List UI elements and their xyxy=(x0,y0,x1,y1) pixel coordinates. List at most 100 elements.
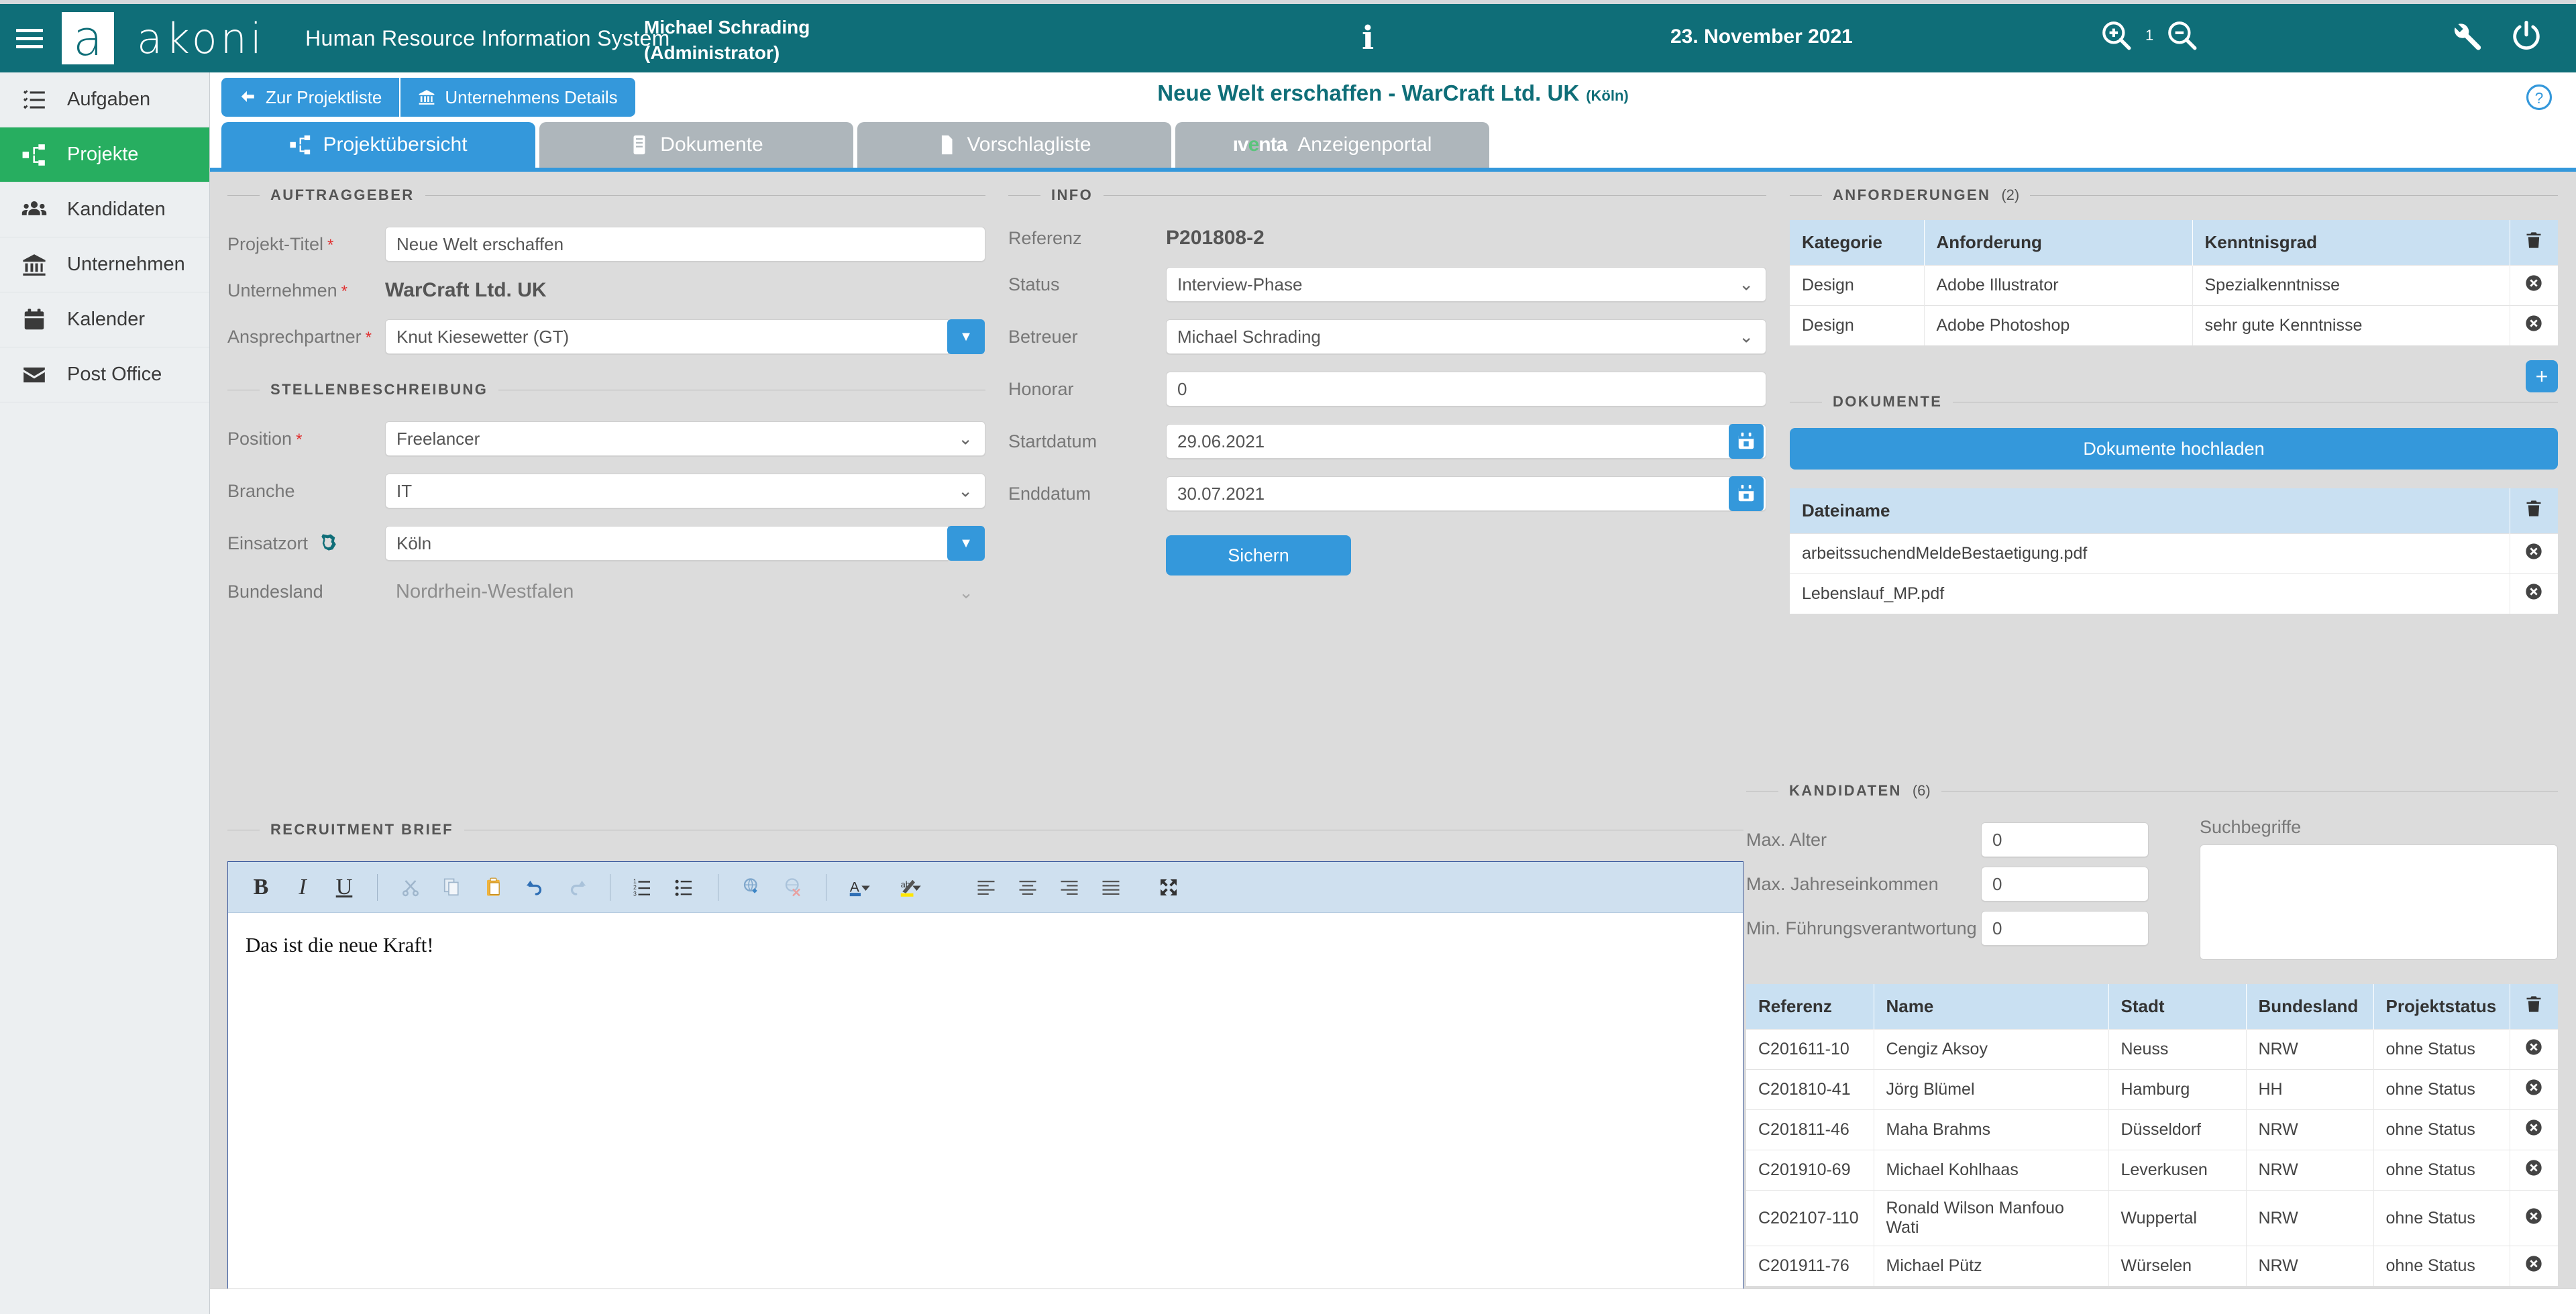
ansprechpartner-dropdown-button[interactable]: ▼ xyxy=(947,319,985,354)
startdatum-calendar-button[interactable] xyxy=(1729,424,1764,459)
tab-projektuebersicht[interactable]: Projektübersicht xyxy=(221,122,535,168)
min-fuehrungsverantwortung-input[interactable]: 0 xyxy=(1981,911,2149,946)
einsatzort-dropdown-button[interactable]: ▼ xyxy=(947,526,985,561)
remove-row-icon[interactable] xyxy=(2524,1207,2543,1225)
help-icon[interactable]: ? xyxy=(2525,83,2553,115)
maximize-icon[interactable] xyxy=(1156,873,1181,902)
ordered-list-icon[interactable]: 123 xyxy=(631,873,656,902)
sidebar-item-unternehmen[interactable]: Unternehmen xyxy=(0,237,209,292)
tab-anzeigenportal[interactable]: ıventa Anzeigenportal xyxy=(1175,122,1489,168)
branche-select[interactable]: IT ⌄ xyxy=(385,474,985,508)
table-row[interactable]: C202107-110 Ronald Wilson Manfouo Wati W… xyxy=(1746,1190,2558,1246)
paste-icon[interactable] xyxy=(481,873,506,902)
remove-row-icon[interactable] xyxy=(2524,314,2543,333)
startdatum-input[interactable]: 29.06.2021 xyxy=(1166,424,1766,459)
trash-icon[interactable] xyxy=(2524,231,2543,250)
betreuer-select[interactable]: Michael Schrading ⌄ xyxy=(1166,319,1766,354)
remove-row-icon[interactable] xyxy=(2524,1254,2543,1273)
sidebar-item-projekte[interactable]: Projekte xyxy=(0,127,209,182)
einsatzort-input[interactable]: Köln xyxy=(385,526,949,561)
power-icon[interactable] xyxy=(2509,19,2544,54)
unordered-list-icon[interactable] xyxy=(672,873,698,902)
sidebar-item-label: Post Office xyxy=(67,364,162,385)
remove-row-icon[interactable] xyxy=(2524,1158,2543,1177)
table-row[interactable]: C201811-46 Maha Brahms Düsseldorf NRW oh… xyxy=(1746,1109,2558,1150)
highlight-color-icon[interactable]: ab xyxy=(898,873,932,902)
info-icon[interactable]: i xyxy=(1362,21,1374,55)
section-legend-text: ANFORDERUNGEN xyxy=(1833,186,1991,203)
field-position: Position * Freelancer ⌄ xyxy=(227,421,985,456)
page-title-text: Neue Welt erschaffen - WarCraft Ltd. UK xyxy=(1157,80,1580,105)
field-label: Status xyxy=(1008,274,1060,294)
sidebar-item-aufgaben[interactable]: Aufgaben xyxy=(0,72,209,127)
enddatum-calendar-button[interactable] xyxy=(1729,476,1764,511)
zoom-in-icon[interactable] xyxy=(2100,19,2133,52)
tab-dokumente[interactable]: Dokumente xyxy=(539,122,853,168)
table-header-row: Dateiname xyxy=(1790,488,2558,534)
cell-stadt: Wuppertal xyxy=(2108,1190,2247,1246)
info-save-button[interactable]: Sichern xyxy=(1166,535,1351,576)
position-select[interactable]: Freelancer ⌄ xyxy=(385,421,985,456)
honorar-input[interactable]: 0 xyxy=(1166,372,1766,406)
sidebar-item-kandidaten[interactable]: Kandidaten xyxy=(0,182,209,237)
ansprechpartner-input[interactable]: Knut Kiesewetter (GT) xyxy=(385,319,949,354)
table-row[interactable]: C201810-41 Jörg Blümel Hamburg HH ohne S… xyxy=(1746,1069,2558,1110)
remove-row-icon[interactable] xyxy=(2524,274,2543,292)
calendar-icon xyxy=(1738,484,1754,502)
table-row[interactable]: Lebenslauf_MP.pdf xyxy=(1790,573,2558,614)
align-right-icon[interactable] xyxy=(1057,873,1082,902)
undo-icon[interactable] xyxy=(523,873,548,902)
numeric-filters: Max. Alter 0 Max. Jahreseinkommen 0 Min.… xyxy=(1746,817,2176,960)
projekt-titel-input[interactable]: Neue Welt erschaffen xyxy=(385,227,985,262)
table-row[interactable]: Design Adobe Illustrator Spezialkenntnis… xyxy=(1790,265,2558,306)
upload-documents-button[interactable]: Dokumente hochladen xyxy=(1790,428,2558,470)
field-label: Position * xyxy=(227,428,303,449)
remove-row-icon[interactable] xyxy=(2524,1078,2543,1097)
status-select[interactable]: Interview-Phase ⌄ xyxy=(1166,267,1766,302)
align-justify-icon[interactable] xyxy=(1098,873,1124,902)
sidebar-item-label: Projekte xyxy=(67,144,139,165)
remove-row-icon[interactable] xyxy=(2524,582,2543,601)
sidebar-item-post-office[interactable]: Post Office xyxy=(0,347,209,402)
max-alter-input[interactable]: 0 xyxy=(1981,822,2149,857)
trash-icon[interactable] xyxy=(2524,995,2543,1014)
remove-row-icon[interactable] xyxy=(2524,542,2543,561)
editor-content[interactable]: Das ist die neue Kraft! xyxy=(228,913,1743,977)
link-icon[interactable] xyxy=(739,873,764,902)
align-left-icon[interactable] xyxy=(973,873,999,902)
add-anforderung-button[interactable]: + xyxy=(2526,360,2558,392)
text-color-icon[interactable]: A xyxy=(847,873,881,902)
italic-icon[interactable]: I xyxy=(290,873,315,902)
table-row[interactable]: C201611-10 Cengiz Aksoy Neuss NRW ohne S… xyxy=(1746,1029,2558,1070)
suchbegriffe-textarea[interactable] xyxy=(2200,844,2558,960)
table-row[interactable]: C201910-69 Michael Kohlhaas Leverkusen N… xyxy=(1746,1150,2558,1191)
trash-icon[interactable] xyxy=(2524,499,2543,518)
bold-icon[interactable]: B xyxy=(248,873,274,902)
recruitment-brief-editor: B I U 1 2 3 A ab Das ist die neue Kraft! xyxy=(227,861,1743,1314)
document-icon xyxy=(633,135,645,155)
tab-vorschlagliste[interactable]: Vorschlagliste xyxy=(857,122,1171,168)
table-header-row: Kategorie Anforderung Kenntnisgrad xyxy=(1790,220,2558,266)
hamburger-menu-icon[interactable] xyxy=(16,28,43,48)
sidebar-item-kalender[interactable]: Kalender xyxy=(0,292,209,347)
unlink-icon[interactable] xyxy=(780,873,806,902)
zoom-out-icon[interactable] xyxy=(2165,19,2199,52)
remove-row-icon[interactable] xyxy=(2524,1118,2543,1137)
calendar-icon xyxy=(1738,432,1754,449)
wrench-icon[interactable] xyxy=(2449,19,2483,54)
cut-icon[interactable] xyxy=(398,873,423,902)
copy-icon[interactable] xyxy=(439,873,465,902)
underline-icon[interactable]: U xyxy=(331,873,357,902)
max-jahreseinkommen-input[interactable]: 0 xyxy=(1981,867,2149,901)
align-center-icon[interactable] xyxy=(1015,873,1040,902)
cell-projektstatus: ohne Status xyxy=(2373,1109,2510,1150)
enddatum-input[interactable]: 30.07.2021 xyxy=(1166,476,1766,511)
table-row[interactable]: C201911-76 Michael Pütz Würselen NRW ohn… xyxy=(1746,1246,2558,1286)
map-region-icon[interactable] xyxy=(317,532,340,555)
table-row[interactable]: Design Adobe Photoshop sehr gute Kenntni… xyxy=(1790,305,2558,345)
cell-bundesland: NRW xyxy=(2246,1150,2374,1191)
redo-icon[interactable] xyxy=(564,873,590,902)
table-row[interactable]: arbeitssuchendMeldeBestaetigung.pdf xyxy=(1790,533,2558,574)
cell-delete xyxy=(2510,1109,2558,1150)
remove-row-icon[interactable] xyxy=(2524,1038,2543,1056)
